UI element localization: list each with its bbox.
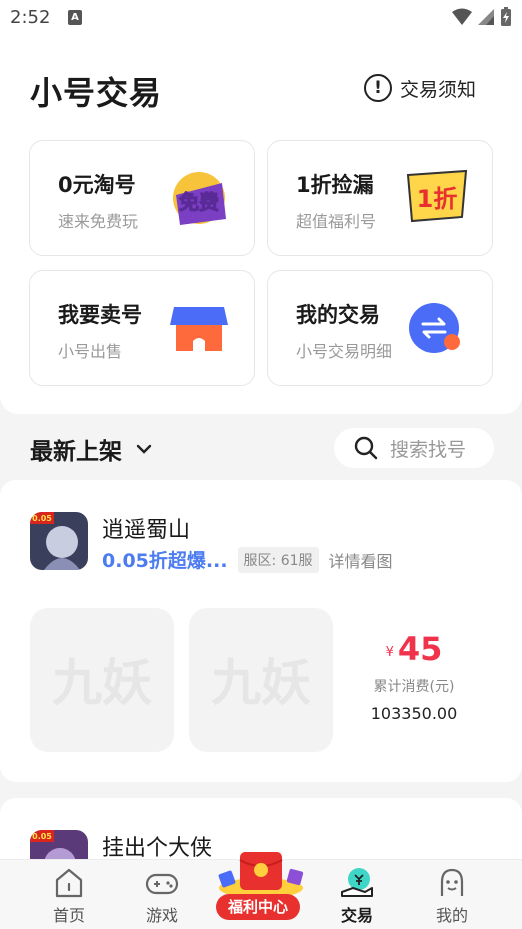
status-time: 2:52: [10, 7, 51, 28]
shop-icon: [170, 307, 228, 351]
section-header: 最新上架 搜索找号: [0, 414, 522, 480]
status-bar: 2:52 A: [0, 0, 522, 36]
battery-icon: [501, 7, 511, 26]
discount-badge-text: 1折: [417, 185, 458, 213]
game-name: 逍遥蜀山: [102, 518, 191, 543]
chevron-down-icon: [136, 444, 152, 454]
card-title: 我的交易: [296, 303, 380, 327]
price-value: 45: [397, 630, 443, 668]
sell-account-card[interactable]: 我要卖号 小号出售: [29, 270, 255, 386]
spend-value: 103350.00: [370, 704, 458, 723]
search-placeholder: 搜索找号: [390, 438, 467, 461]
search-icon: [354, 436, 378, 460]
game-icon: 0.05: [30, 512, 88, 570]
welfare-center-label: 福利中心: [216, 894, 300, 920]
price: ¥45: [354, 630, 474, 668]
signal-icon: [478, 9, 494, 25]
thumbnail-watermark: 九妖: [211, 654, 311, 712]
red-envelope-icon: [218, 852, 304, 898]
free-account-card[interactable]: 0元淘号 速来免费玩 免费: [29, 140, 255, 256]
discount-account-card[interactable]: 1折捡漏 超值福利号 1折: [267, 140, 493, 256]
exclamation-icon: !: [363, 74, 392, 102]
section-title: 最新上架: [30, 439, 122, 465]
card-title: 我要卖号: [58, 303, 142, 327]
trade-notice-label: 交易须知: [399, 78, 476, 101]
page-title: 小号交易: [30, 74, 163, 112]
trade-notice-button[interactable]: ! 交易须知: [363, 74, 476, 102]
screenshot-thumbnail[interactable]: 九妖: [189, 608, 333, 752]
card-subtitle: 速来免费玩: [58, 212, 139, 231]
thumbnail-watermark: 九妖: [52, 654, 152, 712]
game-icon-badge: 0.05: [32, 832, 52, 841]
gamepad-icon: [145, 873, 179, 895]
card-title: 1折捡漏: [296, 173, 374, 197]
watermark-logo: 九妖: [52, 654, 152, 712]
home-icon: [55, 868, 83, 898]
game-icon-badge: 0.05: [32, 514, 52, 523]
server-tag: 服区: 61服: [237, 546, 319, 573]
search-account-button[interactable]: 搜索找号: [334, 428, 494, 468]
card-subtitle: 超值福利号: [296, 212, 377, 231]
spend-label: 累计消费(元): [373, 679, 455, 695]
currency-symbol: ¥: [385, 645, 394, 660]
latest-filter-dropdown[interactable]: 最新上架: [30, 432, 152, 466]
detail-text: 详情看图: [328, 551, 393, 571]
tab-label: 首页: [52, 906, 85, 925]
card-subtitle: 小号交易明细: [296, 342, 393, 361]
tab-games[interactable]: 游戏: [122, 860, 202, 929]
discount-text: 0.05折超爆...: [102, 550, 228, 572]
exchange-icon: [409, 303, 460, 353]
account-listing[interactable]: 0.05 逍遥蜀山 0.05折超爆... 服区: 61服 详情看图 九妖 九妖 …: [0, 480, 522, 782]
discount-badge-icon: 1折: [406, 169, 468, 223]
notification-a-icon: A: [68, 10, 82, 25]
tab-trade[interactable]: 交易: [317, 860, 397, 929]
listing-meta: 0.05折超爆... 服区: 61服 详情看图: [102, 546, 393, 573]
profile-icon: [440, 868, 464, 896]
watermark-logo: 九妖: [211, 654, 311, 712]
welfare-center-button[interactable]: 福利中心: [212, 846, 310, 926]
trade-icon: [341, 868, 373, 897]
tab-home[interactable]: 首页: [29, 860, 109, 929]
free-badge-icon: 免费: [173, 172, 226, 225]
screenshot-thumbnail[interactable]: 九妖: [30, 608, 174, 752]
card-subtitle: 小号出售: [58, 342, 123, 361]
free-badge-text: 免费: [179, 190, 219, 214]
card-title: 0元淘号: [58, 173, 136, 197]
status-icons: [452, 7, 512, 27]
tab-label: 交易: [340, 906, 373, 925]
top-area: 小号交易 ! 交易须知 0元淘号 速来免费玩 免费 1折捡漏 超值福利号 1折 …: [0, 36, 522, 414]
tab-mine[interactable]: 我的: [412, 860, 492, 929]
tab-label: 游戏: [145, 906, 178, 925]
game-name: 挂出个大侠: [102, 836, 213, 861]
tab-label: 我的: [435, 906, 468, 925]
wifi-icon: [452, 8, 472, 25]
my-trades-card[interactable]: 我的交易 小号交易明细: [267, 270, 493, 386]
price-box: ¥45 累计消费(元) 103350.00: [354, 630, 474, 723]
